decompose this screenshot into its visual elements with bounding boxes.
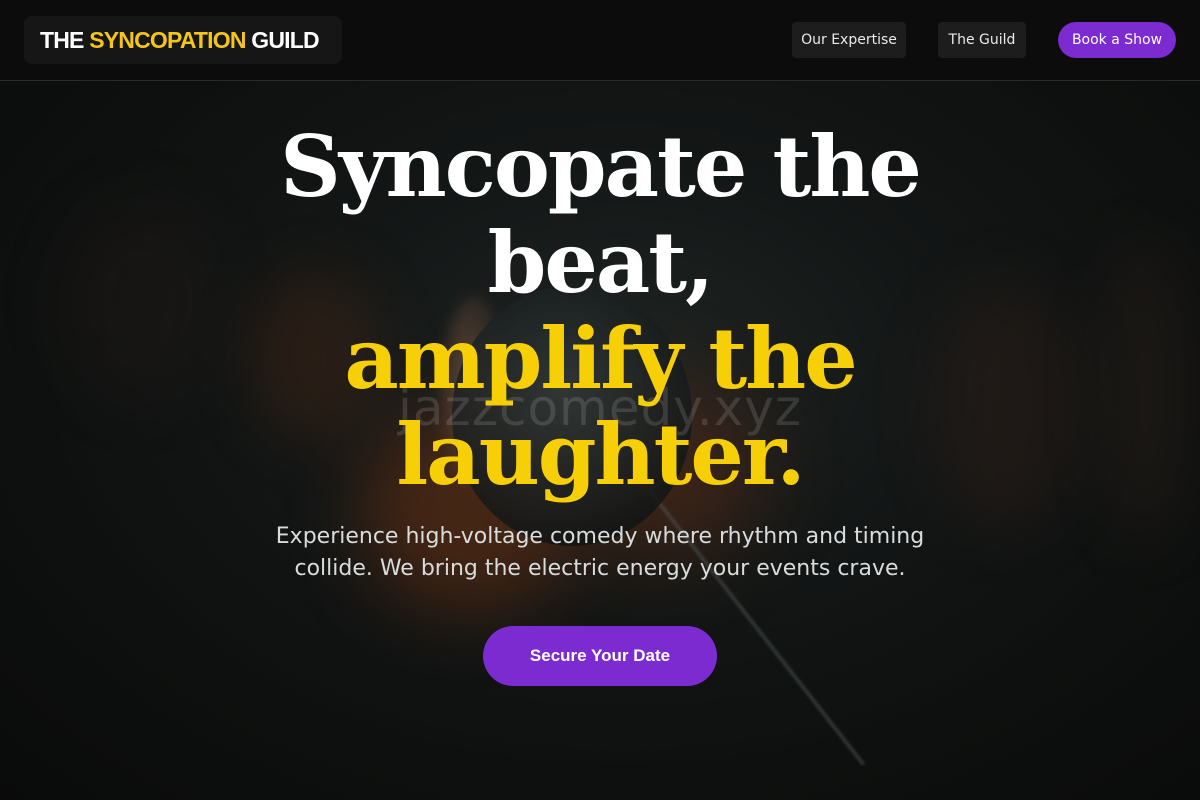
nav-the-guild[interactable]: The Guild — [938, 22, 1026, 58]
hero-subtext: Experience high-voltage comedy where rhy… — [275, 524, 925, 581]
logo-word-syncopation: SYNCOPATION — [89, 26, 246, 53]
nav-our-expertise[interactable]: Our Expertise — [792, 22, 906, 58]
site-header: THE SYNCOPATION GUILD Our Expertise The … — [0, 0, 1200, 81]
book-a-show-button[interactable]: Book a Show — [1058, 22, 1176, 58]
brand-logo[interactable]: THE SYNCOPATION GUILD — [24, 16, 342, 64]
secure-your-date-button[interactable]: Secure Your Date — [483, 626, 717, 686]
hero-section: jazzcomedy.xyz Syncopate the beat, ampli… — [0, 81, 1200, 800]
hero-headline: Syncopate the beat, amplify the laughter… — [0, 119, 1200, 503]
logo-word-the: THE — [40, 26, 84, 53]
headline-line-4: laughter. — [396, 405, 805, 504]
headline-line-2: beat, — [487, 213, 715, 312]
logo-word-guild: GUILD — [251, 26, 319, 53]
headline-line-1: Syncopate the — [280, 117, 922, 216]
headline-line-3: amplify the — [344, 309, 857, 408]
